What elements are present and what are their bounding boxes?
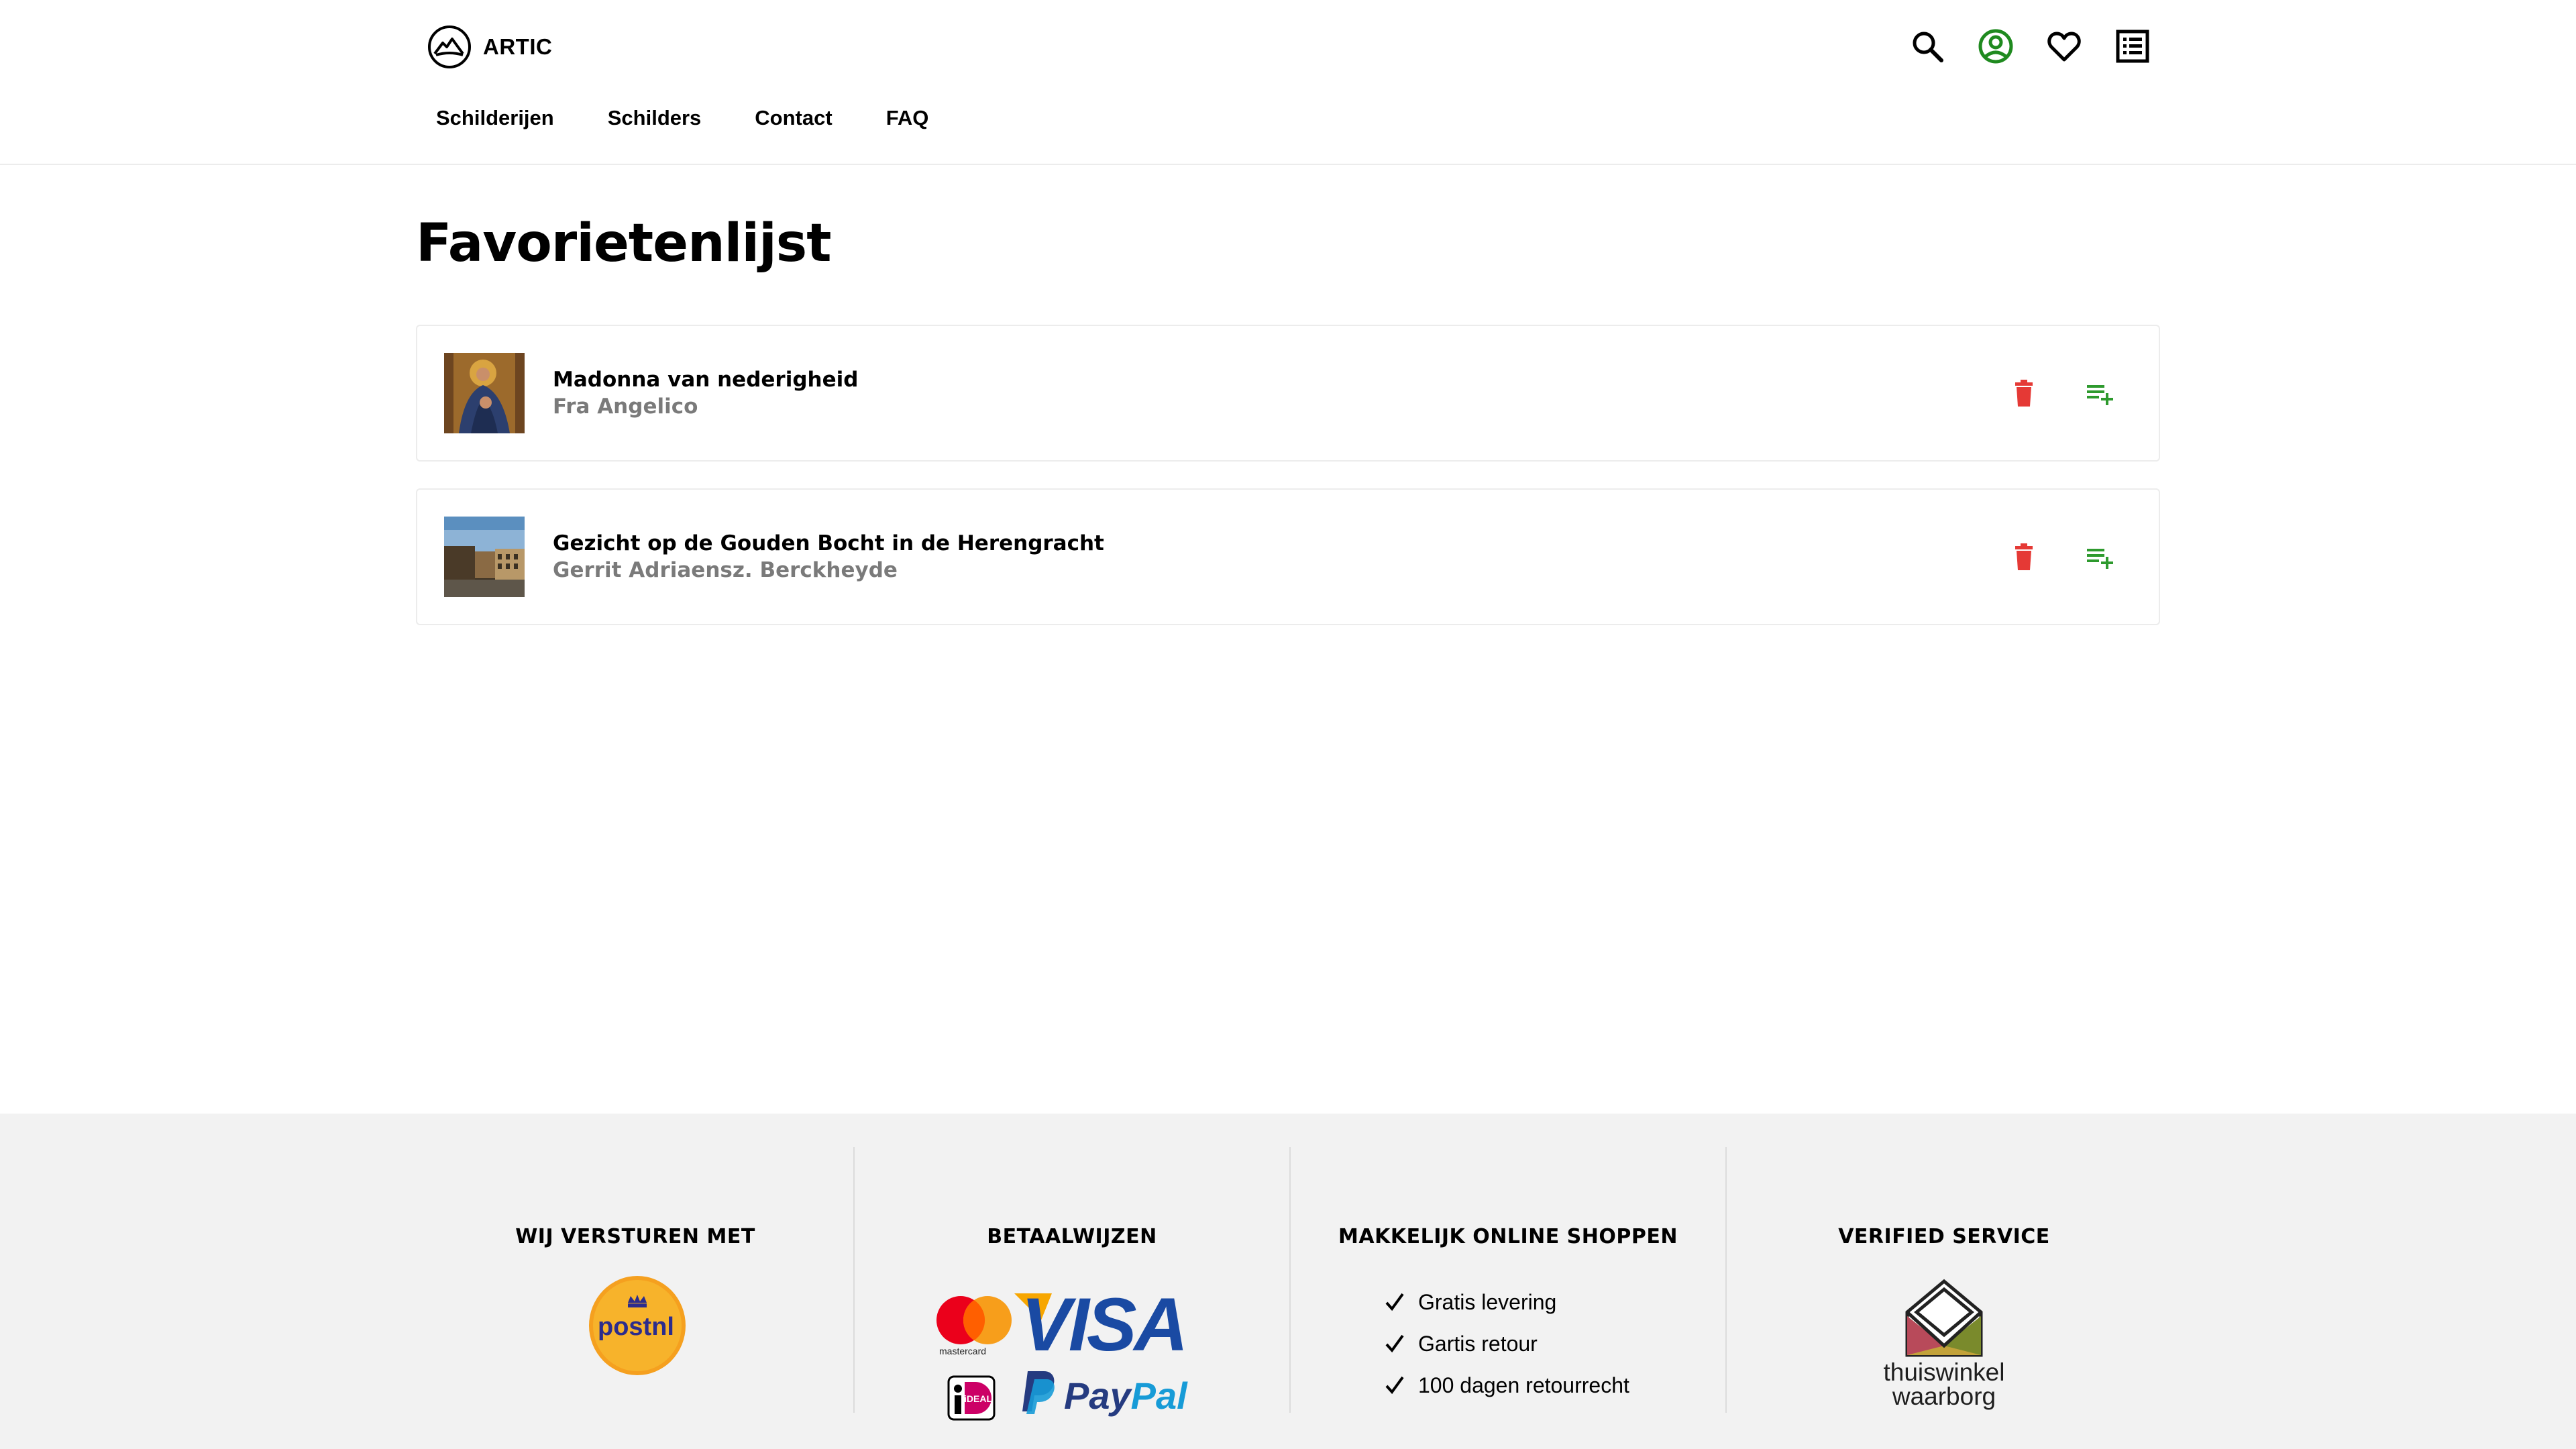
trash-icon xyxy=(2015,380,2033,407)
remove-favorite-button[interactable] xyxy=(2007,541,2041,574)
madonna-painting-image xyxy=(444,353,525,433)
paypal-pal-text: Pal xyxy=(1130,1375,1187,1417)
payment-logos: mastercard VISA iDEAL PayPal xyxy=(935,1283,1217,1442)
postnl-logo: postnl xyxy=(589,1276,686,1375)
favorites-button[interactable] xyxy=(2046,28,2082,64)
mountain-logo-icon xyxy=(428,25,471,68)
artwork-thumbnail[interactable] xyxy=(444,353,525,433)
nav-item-contact[interactable]: Contact xyxy=(755,106,832,130)
herengracht-painting-image xyxy=(444,517,525,597)
nav-item-faq[interactable]: FAQ xyxy=(886,106,929,130)
check-icon xyxy=(1385,1293,1404,1311)
paypal-logo: PayPal xyxy=(1064,1374,1187,1417)
paypal-pay-text: Pay xyxy=(1064,1375,1131,1417)
header-actions xyxy=(1909,28,2151,64)
shopping-benefits-list: Gratis levering Gartis retour 100 dagen … xyxy=(1385,1281,1629,1406)
artwork-thumbnail[interactable] xyxy=(444,517,525,597)
search-icon xyxy=(1913,32,1943,62)
thuiswinkel-logo: thuiswinkel waarborg xyxy=(1727,1279,2161,1409)
add-to-list-button[interactable] xyxy=(2084,377,2117,411)
account-button[interactable] xyxy=(1978,28,2014,64)
artwork-artist: Gerrit Adriaensz. Berckheyde xyxy=(553,558,898,582)
orders-list-button[interactable] xyxy=(2114,28,2151,64)
artwork-artist: Fra Angelico xyxy=(553,394,698,419)
footer-heading: BETAALWIJZEN xyxy=(987,1225,1157,1248)
brand-logo[interactable]: ARTIC xyxy=(427,24,552,70)
benefit-label: Gratis levering xyxy=(1418,1289,1557,1314)
add-to-list-button[interactable] xyxy=(2084,541,2117,574)
favorite-item: Madonna van nederigheid Fra Angelico xyxy=(416,325,2160,462)
visa-logo: VISA xyxy=(1021,1283,1188,1366)
playlist-add-icon xyxy=(2087,385,2113,405)
benefit-label: Gartis retour xyxy=(1418,1331,1538,1356)
nav-item-schilderijen[interactable]: Schilderijen xyxy=(436,106,554,130)
playlist-add-icon xyxy=(2087,549,2113,569)
footer-shipping: WIJ VERSTUREN MET postnl xyxy=(417,1147,853,1413)
nav-item-schilders[interactable]: Schilders xyxy=(608,106,702,130)
ideal-logo-text: iDEAL xyxy=(964,1393,992,1404)
benefit-label: 100 dagen retourrecht xyxy=(1418,1373,1629,1397)
footer-payment: BETAALWIJZEN mastercard VISA iDEAL PayPa… xyxy=(853,1147,1289,1421)
ideal-logo: iDEAL xyxy=(947,1375,996,1421)
footer-heading: MAKKELIJK ONLINE SHOPPEN xyxy=(1338,1225,1678,1248)
thuiswinkel-line2: waarborg xyxy=(1892,1383,1996,1410)
thuiswinkel-line1: thuiswinkel xyxy=(1883,1358,2005,1386)
remove-favorite-button[interactable] xyxy=(2007,377,2041,411)
list-item: 100 dagen retourrecht xyxy=(1385,1364,1629,1406)
brand-name: ARTIC xyxy=(483,34,553,59)
footer-shopping: MAKKELIJK ONLINE SHOPPEN Gratis levering… xyxy=(1289,1147,1725,1413)
footer-heading: VERIFIED SERVICE xyxy=(1838,1225,2050,1248)
artwork-title[interactable]: Gezicht op de Gouden Bocht in de Herengr… xyxy=(553,531,1104,555)
list-item: Gartis retour xyxy=(1385,1323,1629,1364)
check-icon xyxy=(1385,1334,1404,1353)
thuiswinkel-house-icon xyxy=(1905,1279,1983,1357)
mastercard-label: mastercard xyxy=(939,1346,987,1356)
search-button[interactable] xyxy=(1909,28,1945,64)
site-header: ARTIC Schilderijen Schilders Contact FAQ xyxy=(0,0,2576,165)
main-nav: Schilderijen Schilders Contact FAQ xyxy=(436,106,928,130)
footer-heading: WIJ VERSTUREN MET xyxy=(515,1225,755,1248)
paypal-icon xyxy=(1022,1371,1055,1414)
check-icon xyxy=(1385,1376,1404,1395)
footer-verified: VERIFIED SERVICE thuiswinkel waarborg xyxy=(1725,1147,2161,1413)
heart-icon xyxy=(2047,32,2081,62)
site-footer: WIJ VERSTUREN MET postnl BETAALWIJZEN ma… xyxy=(0,1114,2576,1449)
postnl-logo-text: postnl xyxy=(598,1313,674,1341)
trash-icon xyxy=(2015,543,2033,570)
page-title: Favorietenlijst xyxy=(416,213,832,274)
artwork-title[interactable]: Madonna van nederigheid xyxy=(553,368,858,392)
list-item: Gratis levering xyxy=(1385,1281,1629,1323)
account-icon xyxy=(1978,29,2013,64)
list-icon xyxy=(2116,30,2149,63)
favorite-item: Gezicht op de Gouden Bocht in de Herengr… xyxy=(416,488,2160,625)
